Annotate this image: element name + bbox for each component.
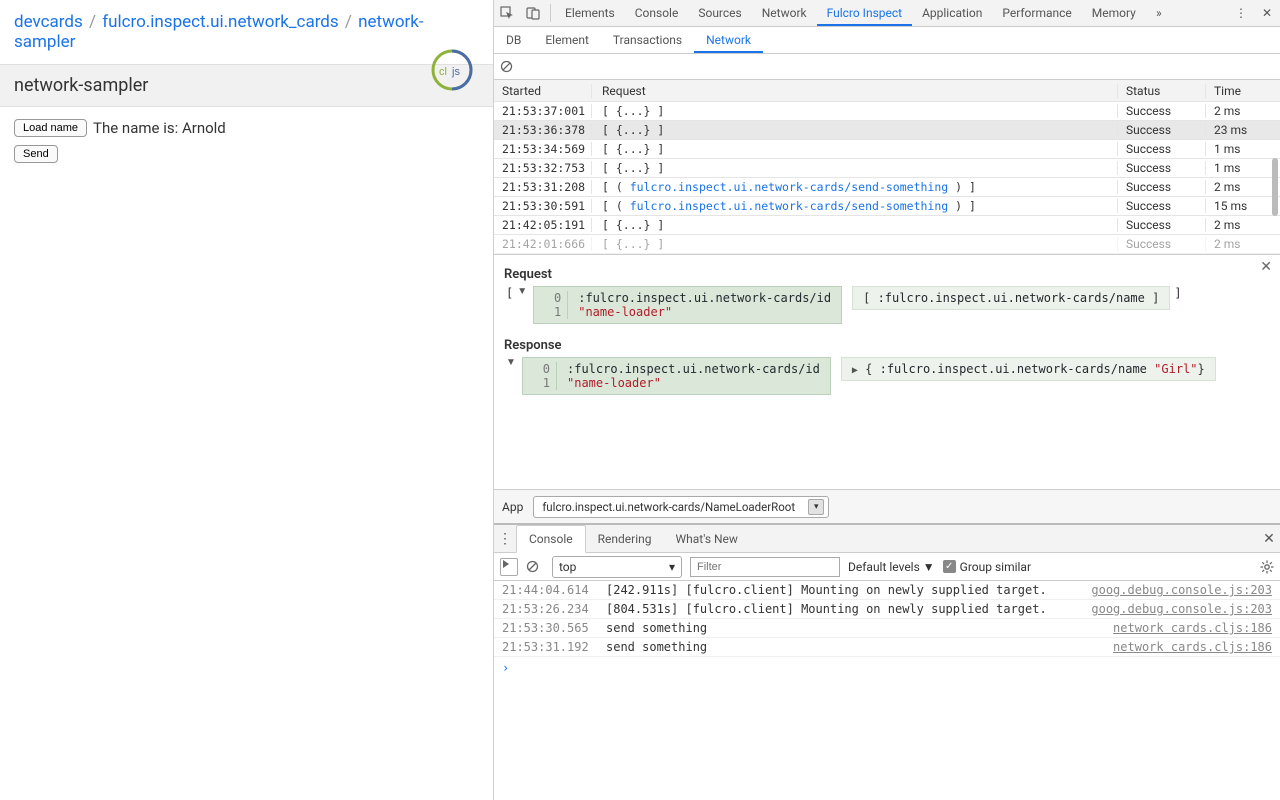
- console-filter-input[interactable]: [690, 557, 840, 577]
- network-detail-pane: ✕ Request [ ▼ 0:fulcro.inspect.ui.networ…: [494, 255, 1280, 490]
- network-table: Started Request Status Time 21:53:37:001…: [494, 80, 1280, 255]
- drawer-menu-icon[interactable]: ⋮: [494, 531, 516, 547]
- breadcrumb-ns[interactable]: fulcro.inspect.ui.network_cards: [102, 12, 338, 32]
- group-similar-checkbox[interactable]: ✓Group similar: [943, 560, 1031, 574]
- response-value-box[interactable]: ▶ { :fulcro.inspect.ui.network-cards/nam…: [841, 357, 1216, 381]
- network-row[interactable]: 21:53:34:569[ {...} ]Success1 ms: [494, 140, 1280, 159]
- col-status-header[interactable]: Status: [1118, 84, 1206, 98]
- network-row[interactable]: 21:53:31:208[ ( fulcro.inspect.ui.networ…: [494, 178, 1280, 197]
- app-label: App: [502, 500, 523, 514]
- console-line: 21:44:04.614[242.911s] [fulcro.client] M…: [494, 581, 1280, 600]
- app-selector-row: App fulcro.inspect.ui.network-cards/Name…: [494, 490, 1280, 524]
- drawer-tab-rendering[interactable]: Rendering: [586, 526, 664, 552]
- network-row[interactable]: 21:42:05:191[ {...} ]Success2 ms: [494, 216, 1280, 235]
- devtools-tabbar: ElementsConsoleSourcesNetworkFulcro Insp…: [494, 0, 1280, 27]
- send-button[interactable]: Send: [14, 145, 58, 163]
- fulcro-tab-transactions[interactable]: Transactions: [601, 27, 694, 53]
- devtools-tab-application[interactable]: Application: [912, 0, 992, 26]
- card-title: network-sampler: [0, 64, 493, 107]
- devtools-tab-console[interactable]: Console: [625, 0, 689, 26]
- fulcro-tab-network[interactable]: Network: [694, 27, 763, 53]
- more-tabs-icon[interactable]: »: [1146, 0, 1172, 26]
- network-row[interactable]: 21:53:32:753[ {...} ]Success1 ms: [494, 159, 1280, 178]
- console-source-link[interactable]: network cards.cljs:186: [1113, 621, 1272, 635]
- devtools-tab-memory[interactable]: Memory: [1082, 0, 1146, 26]
- response-heading: Response: [504, 338, 1274, 353]
- network-row[interactable]: 21:53:30:591[ ( fulcro.inspect.ui.networ…: [494, 197, 1280, 216]
- network-scrollbar[interactable]: [1272, 106, 1278, 254]
- devtools-close-icon[interactable]: ✕: [1254, 0, 1280, 26]
- console-source-link[interactable]: network cards.cljs:186: [1113, 640, 1272, 654]
- console-prompt[interactable]: ›: [494, 657, 1280, 679]
- request-key-box[interactable]: 0:fulcro.inspect.ui.network-cards/id 1"n…: [533, 286, 842, 324]
- device-toggle-icon[interactable]: [520, 0, 546, 26]
- app-select[interactable]: fulcro.inspect.ui.network-cards/NameLoad…: [533, 496, 829, 518]
- fulcro-tabbar: DBElementTransactionsNetwork: [494, 27, 1280, 54]
- console-drawer: ⋮ ConsoleRenderingWhat's New ✕ top▾ Defa…: [494, 524, 1280, 800]
- kebab-menu-icon[interactable]: ⋮: [1228, 0, 1254, 26]
- drawer-tab-what-s-new[interactable]: What's New: [663, 526, 749, 552]
- console-line: 21:53:30.565send somethingnetwork cards.…: [494, 619, 1280, 638]
- request-heading: Request: [504, 267, 1274, 282]
- drawer-close-icon[interactable]: ✕: [1258, 531, 1280, 547]
- select-arrow-icon: ▾: [808, 499, 824, 515]
- svg-text:js: js: [451, 66, 460, 78]
- breadcrumb: devcards / fulcro.inspect.ui.network_car…: [0, 0, 493, 64]
- devtools-tab-performance[interactable]: Performance: [992, 0, 1081, 26]
- col-started-header[interactable]: Started: [494, 84, 592, 98]
- drawer-tab-console[interactable]: Console: [516, 525, 586, 553]
- console-source-link[interactable]: goog.debug.console.js:203: [1091, 583, 1272, 597]
- devtools-tab-fulcro-inspect[interactable]: Fulcro Inspect: [817, 0, 912, 26]
- svg-text:cl: cl: [439, 66, 447, 78]
- network-row[interactable]: 21:53:37:001[ {...} ]Success2 ms: [494, 102, 1280, 121]
- console-line: 21:53:26.234[804.531s] [fulcro.client] M…: [494, 600, 1280, 619]
- console-source-link[interactable]: goog.debug.console.js:203: [1091, 602, 1272, 616]
- devtools-tab-elements[interactable]: Elements: [555, 0, 625, 26]
- network-table-header: Started Request Status Time: [494, 80, 1280, 102]
- console-context-select[interactable]: top▾: [552, 556, 682, 578]
- devtools-tab-sources[interactable]: Sources: [688, 0, 751, 26]
- console-run-icon[interactable]: [500, 558, 518, 576]
- console-line: 21:53:31.192send somethingnetwork cards.…: [494, 638, 1280, 657]
- network-toolbar: [494, 54, 1280, 80]
- request-query-box[interactable]: [ :fulcro.inspect.ui.network-cards/name …: [852, 286, 1170, 310]
- col-request-header[interactable]: Request: [592, 84, 1118, 98]
- console-clear-icon[interactable]: [526, 560, 544, 573]
- response-key-box[interactable]: 0:fulcro.inspect.ui.network-cards/id 1"n…: [522, 357, 831, 395]
- cljs-logo-icon: cl js: [430, 48, 474, 92]
- response-caret-icon[interactable]: ▼: [506, 357, 518, 368]
- fulcro-tab-element[interactable]: Element: [533, 27, 601, 53]
- response-expand-icon[interactable]: ▶: [852, 365, 858, 376]
- request-caret-icon[interactable]: ▼: [517, 286, 529, 297]
- console-settings-icon[interactable]: [1260, 560, 1274, 574]
- breadcrumb-root[interactable]: devcards: [14, 12, 83, 32]
- name-label: The name is: Arnold: [93, 119, 226, 137]
- network-row[interactable]: 21:53:36:378[ {...} ]Success23 ms: [494, 121, 1280, 140]
- console-levels-dropdown[interactable]: Default levels ▼: [848, 560, 935, 574]
- clear-network-icon[interactable]: [500, 60, 520, 73]
- fulcro-tab-db[interactable]: DB: [494, 27, 533, 53]
- devtools-tab-network[interactable]: Network: [752, 0, 817, 26]
- col-time-header[interactable]: Time: [1206, 84, 1280, 98]
- network-row[interactable]: 21:42:01:666[ {...} ]Success2 ms: [494, 235, 1280, 254]
- detail-close-icon[interactable]: ✕: [1260, 259, 1272, 275]
- inspect-element-icon[interactable]: [494, 0, 520, 26]
- load-name-button[interactable]: Load name: [14, 119, 87, 137]
